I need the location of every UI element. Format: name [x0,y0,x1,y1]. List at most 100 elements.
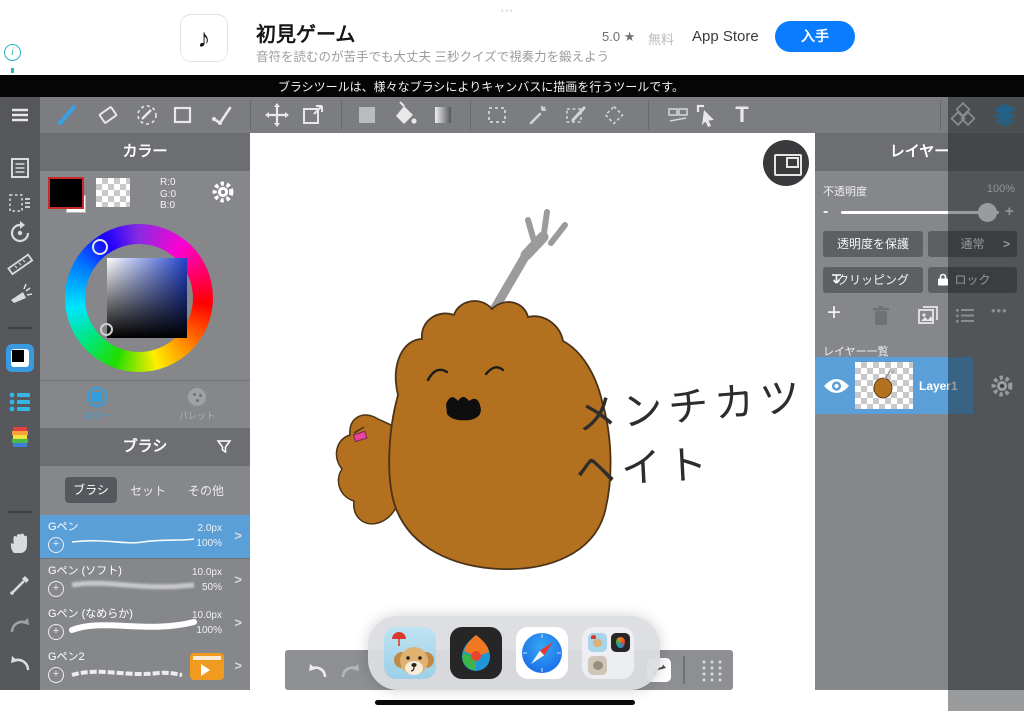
opacity-plus-button[interactable]: + [1005,203,1014,220]
material-spray-icon[interactable] [6,282,34,310]
undo-button[interactable] [305,659,329,681]
material-panel-icon[interactable] [949,101,977,129]
shape-tool-icon[interactable] [169,101,197,129]
saturation-value-box[interactable] [107,258,187,338]
chevron-right-icon[interactable]: > [234,572,242,587]
undo-icon[interactable] [6,649,34,677]
layers-panel-icon[interactable] [991,101,1019,129]
ad-options-icon[interactable] [11,68,14,73]
chevron-right-icon[interactable]: > [234,615,242,630]
ad-more-icon[interactable]: ⋯ [500,2,516,19]
opacity-slider-track[interactable] [841,211,999,214]
b-value: B:0 [160,200,176,212]
brush-add-icon[interactable]: + [48,581,64,597]
video-unlock-icon [190,653,224,680]
color-settings-gear-icon[interactable] [210,179,236,205]
dock-apps-folder-icon[interactable] [582,627,634,679]
select-eraser-tool-icon[interactable] [600,101,628,129]
delete-layer-button[interactable] [871,305,891,327]
transform-tool-icon[interactable] [299,101,327,129]
layer-thumbnail[interactable] [855,362,913,409]
document-menu-icon[interactable] [6,154,34,182]
gradient-tool-icon[interactable] [429,101,457,129]
divide-canvas-tool-icon[interactable] [664,101,692,129]
rgb-readout: R:0 G:0 B:0 [160,177,176,212]
tab-brush[interactable]: ブラシ [65,477,117,503]
ad-price: 無料 [648,29,674,48]
tab-set[interactable]: セット [130,482,166,499]
move-tool-icon[interactable] [263,101,291,129]
star-icon: ★ [624,29,636,44]
duplicate-layer-button[interactable] [917,305,939,325]
blur-eraser-tool-icon[interactable] [133,101,161,129]
select-layout-icon[interactable] [6,189,34,217]
layer-visibility-eye-icon[interactable] [823,377,850,395]
layer-list-view-button[interactable] [955,307,975,324]
brush-filter-funnel-icon[interactable] [216,439,232,455]
chevron-right-icon[interactable]: > [234,528,242,543]
left-sidebar [0,133,40,690]
panel-divider [40,380,250,381]
hue-selector[interactable] [92,239,108,255]
brush-row-gpen2[interactable]: Gペン2 + > [40,645,250,690]
brush-stroke-preview [68,529,198,551]
eraser-tool-icon[interactable] [94,101,122,129]
protect-alpha-button[interactable]: 透明度を保護 [823,231,923,257]
chevron-right-icon[interactable]: > [234,658,242,673]
floating-window-button[interactable] [763,140,809,186]
transparent-color-swatch[interactable] [96,178,130,207]
brush-row-gpen-smooth[interactable]: Gペン (なめらか) + 10.0px100% > [40,602,250,646]
brush-stroke-preview [68,612,198,638]
text-tool-icon[interactable]: T [728,101,756,129]
brush-add-icon[interactable]: + [48,667,64,683]
drag-handle-dots-icon[interactable] [699,658,725,682]
brush-tool-icon[interactable] [54,101,82,129]
blend-mode-button[interactable]: 通常 > [928,231,1017,257]
tooltip-bar: ブラシツールは、様々なブラシによりキャンバスに描画を行うツールです。 [0,75,1024,97]
color-panel-toggle-icon[interactable] [6,344,34,372]
dock-app-medibang-paint-icon[interactable] [450,627,502,679]
home-indicator-bar[interactable] [375,700,635,705]
fill-tool-icon[interactable] [353,101,381,129]
redo-button[interactable] [339,659,363,681]
toolbar-divider [648,100,649,130]
tab-other[interactable]: その他 [188,482,224,499]
brush-list-toggle-icon[interactable] [6,387,34,415]
layer-row-layer1[interactable]: Layer1 [815,357,973,414]
drawing-canvas[interactable]: メンチカツ ヘイト [250,133,815,690]
sidebar-divider [8,327,32,329]
brush-add-icon[interactable]: + [48,624,64,640]
ad-app-subtitle: 音符を読むのが苦手でも大丈夫 三秒クイズで視奏力を鍛えよう [256,46,609,65]
foreground-color-swatch[interactable] [48,177,84,209]
dock-app-weather-puppy-icon[interactable] [384,627,436,679]
layer-settings-gear-icon[interactable] [989,373,1015,399]
brush-add-icon[interactable]: + [48,537,64,553]
clipping-button[interactable]: クリッピング [823,267,923,293]
rotate-canvas-icon[interactable] [6,219,34,247]
brush-row-gpen[interactable]: Gペン + 2.0px100% > [40,515,250,559]
dock-app-safari-icon[interactable] [516,627,568,679]
layer-more-button[interactable]: ••• [991,303,1008,318]
ad-get-button[interactable]: 入手 [775,21,855,52]
ad-app-icon[interactable]: ♪ [180,14,228,62]
sv-selector[interactable] [100,323,113,336]
curve-tool-icon[interactable] [208,101,236,129]
ad-info-icon[interactable]: i [4,44,21,61]
palette-icon[interactable] [6,422,34,450]
hamburger-menu-icon[interactable] [6,101,34,129]
redo-icon[interactable] [6,611,34,639]
select-rect-tool-icon[interactable] [483,101,511,129]
magic-wand-tool-icon[interactable] [523,101,551,129]
eyedropper-icon[interactable] [6,571,34,599]
add-layer-button[interactable]: + [827,299,841,327]
object-select-tool-icon[interactable] [693,101,721,129]
ruler-icon[interactable] [6,250,34,278]
brush-row-gpen-soft[interactable]: Gペン (ソフト) + 10.0px50% > [40,559,250,603]
opacity-slider-knob[interactable] [978,203,997,222]
select-pen-tool-icon[interactable] [562,101,590,129]
hand-pan-icon[interactable] [6,529,34,557]
ad-banner: ⋯ i ♪ 初見ゲーム 音符を読むのが苦手でも大丈夫 三秒クイズで視奏力を鍛えよ… [0,0,1024,75]
opacity-minus-button[interactable]: - [823,203,828,221]
lock-button[interactable]: ロック [928,267,1017,293]
bucket-tool-icon[interactable] [391,101,419,129]
